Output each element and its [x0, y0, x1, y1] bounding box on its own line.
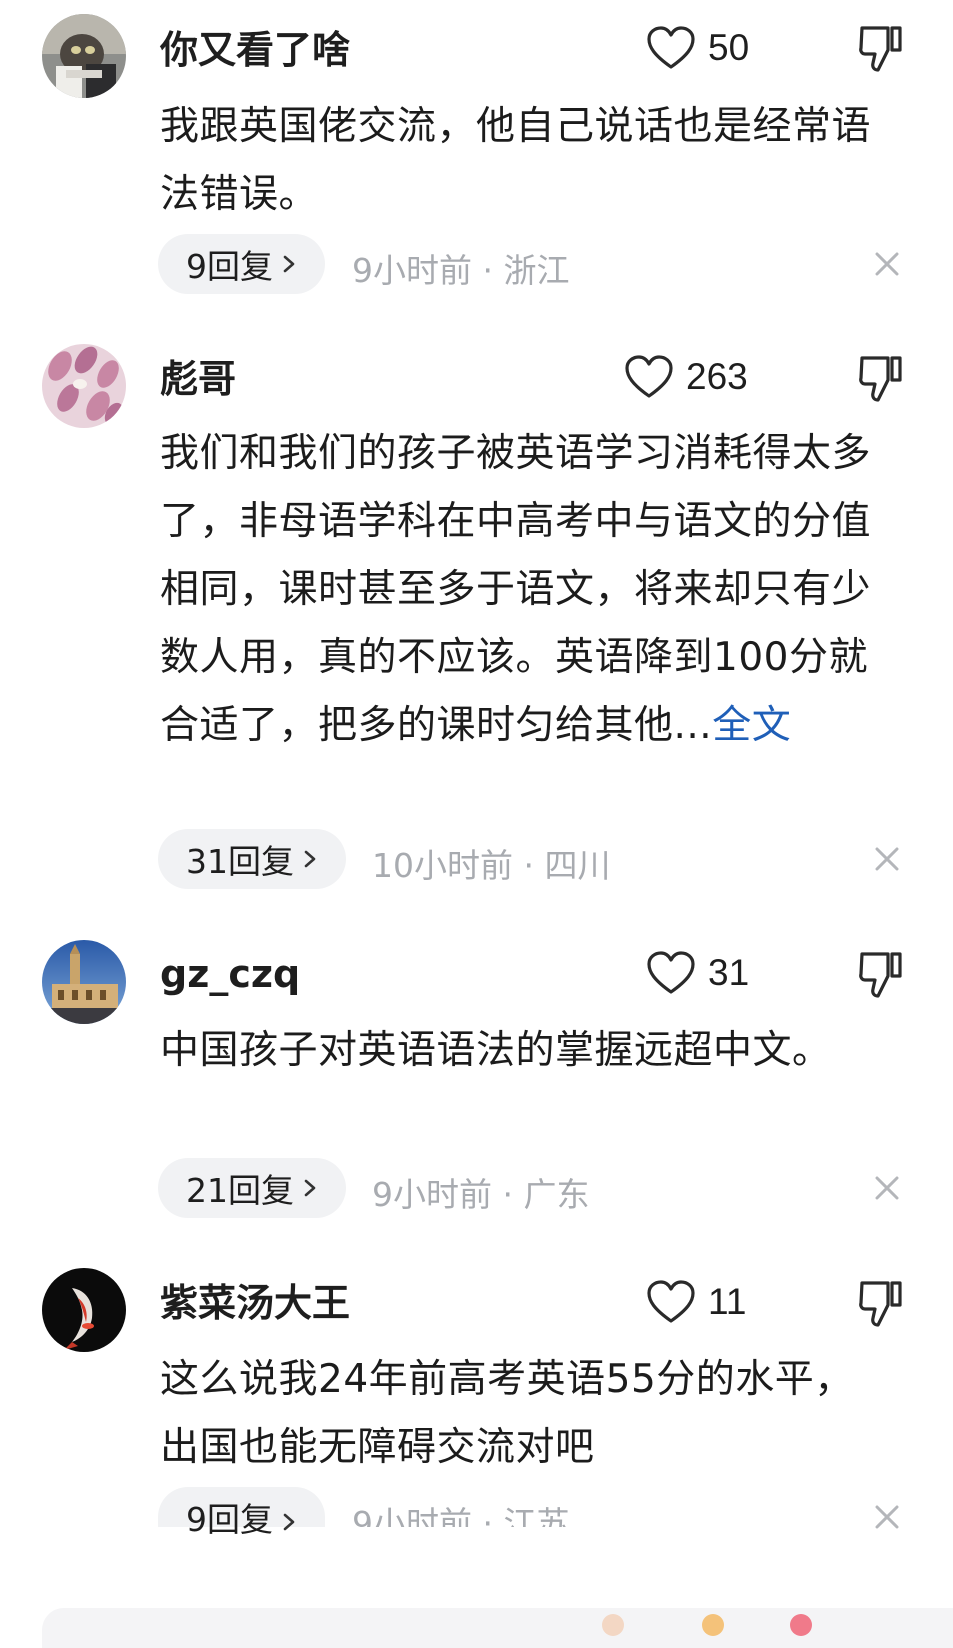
- comment-meta: 9小时前 · 广东: [372, 1175, 590, 1214]
- reply-count-button[interactable]: 9回复: [158, 234, 325, 294]
- comment-text: 中国孩子对英语语法的掌握远超中文。: [160, 1028, 832, 1073]
- like-count: 50: [708, 27, 750, 68]
- close-icon[interactable]: [872, 249, 902, 279]
- heart-icon: [647, 1280, 695, 1323]
- like-count: 263: [686, 356, 748, 397]
- like-count: 31: [708, 952, 750, 993]
- comment-meta: 9小时前 · 浙江: [352, 251, 570, 290]
- comment-text: 这么说我24年前高考英语55分的水平，出国也能无障碍交流对吧: [160, 1357, 854, 1470]
- emoji-icon[interactable]: [702, 1614, 724, 1636]
- reply-count: 31回复: [186, 842, 294, 881]
- chevron-right-icon: [304, 1179, 316, 1197]
- heart-icon: [647, 951, 695, 994]
- comment-input-bar[interactable]: [42, 1608, 953, 1648]
- reply-count-button[interactable]: 21回复: [158, 1158, 346, 1218]
- comment-meta: 10小时前 · 四川: [372, 846, 611, 885]
- like-button[interactable]: 31: [646, 943, 749, 1003]
- chevron-right-icon: [283, 1513, 295, 1531]
- chevron-right-icon: [283, 255, 295, 273]
- username[interactable]: 你又看了啥: [160, 26, 350, 74]
- reply-count: 21回复: [186, 1171, 294, 1210]
- avatar[interactable]: [42, 344, 126, 428]
- reply-count-button[interactable]: 9回复: [158, 1487, 325, 1539]
- like-button[interactable]: 50: [646, 18, 749, 78]
- username[interactable]: gz_czq: [160, 950, 300, 998]
- emoji-icon[interactable]: [602, 1614, 624, 1636]
- avatar[interactable]: [42, 14, 126, 98]
- avatar[interactable]: [42, 940, 126, 1024]
- expand-full-text-link[interactable]: 全文: [712, 703, 791, 748]
- reply-count: 9回复: [186, 1500, 273, 1539]
- reply-count: 9回复: [186, 247, 273, 286]
- like-button[interactable]: 11: [646, 1272, 746, 1332]
- heart-icon: [625, 355, 673, 398]
- chevron-right-icon: [304, 850, 316, 868]
- emoji-icon[interactable]: [790, 1614, 812, 1636]
- avatar[interactable]: [42, 1268, 126, 1352]
- heart-icon: [647, 26, 695, 69]
- thumbs-down-icon[interactable]: [858, 24, 904, 74]
- thumbs-down-icon[interactable]: [858, 950, 904, 1000]
- reply-count-button[interactable]: 31回复: [158, 829, 346, 889]
- thumbs-down-icon[interactable]: [858, 354, 904, 404]
- username[interactable]: 彪哥: [160, 355, 236, 403]
- thumbs-down-icon[interactable]: [858, 1279, 904, 1329]
- close-icon[interactable]: [872, 844, 902, 874]
- comment-text: 我跟英国佬交流，他自己说话也是经常语法错误。: [160, 104, 872, 217]
- like-button[interactable]: 263: [624, 347, 748, 407]
- close-icon[interactable]: [872, 1173, 902, 1203]
- close-icon[interactable]: [872, 1502, 902, 1532]
- username[interactable]: 紫菜汤大王: [160, 1279, 350, 1327]
- like-count: 11: [708, 1281, 747, 1322]
- comment-meta: 9小时前 · 江苏: [352, 1504, 570, 1527]
- comment-text: 我们和我们的孩子被英语学习消耗得太多了，非母语学科在中高考中与语文的分值相同，课…: [160, 431, 872, 748]
